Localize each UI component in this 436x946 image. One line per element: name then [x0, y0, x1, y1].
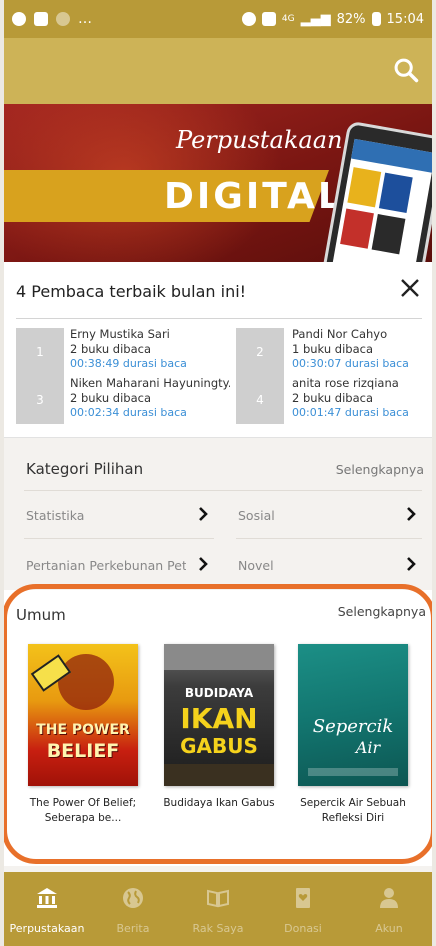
book-title[interactable]: Sepercik Air Sebuah Refleksi Diri: [288, 796, 418, 826]
reader-duration: 00:02:34 durasi baca: [70, 406, 187, 419]
open-book-icon: [207, 889, 229, 908]
close-icon[interactable]: [398, 276, 422, 300]
nav-label: Donasi: [284, 922, 322, 935]
rank-badge: 3: [16, 376, 64, 424]
book-title[interactable]: The Power Of Belief; Seberapa be...: [18, 796, 148, 826]
general-see-more-link[interactable]: Selengkapnya: [338, 604, 426, 619]
category-title: Kategori Pilihan: [26, 460, 144, 478]
reader-name[interactable]: Niken Maharani Hayuningty...: [70, 376, 230, 390]
chevron-right-icon[interactable]: [404, 506, 418, 522]
book-cover[interactable]: THE POWER BELIEF: [28, 644, 138, 786]
battery-icon: [371, 12, 381, 26]
user-icon: [380, 888, 398, 908]
category-section: Kategori Pilihan Selengkapnya Statistika…: [4, 444, 432, 590]
nav-label: Rak Saya: [192, 922, 244, 935]
battery-percent: 82%: [336, 11, 366, 27]
promo-banner[interactable]: Perpustakaan DIGITAL: [4, 104, 432, 262]
notification-icon: [56, 12, 70, 26]
category-item-statistika[interactable]: Statistika: [26, 508, 84, 523]
reader-name[interactable]: anita rose rizqiana: [292, 376, 432, 390]
general-books-section: Umum Selengkapnya THE POWER BELIEF The P…: [4, 590, 432, 866]
rank-badge: 4: [236, 376, 284, 424]
nav-item-berita[interactable]: Berita: [90, 872, 176, 946]
nav-item-perpustakaan[interactable]: Perpustakaan: [4, 872, 90, 946]
book-cover[interactable]: BUDIDAYA IKAN GABUS: [164, 644, 274, 786]
reader-books: 2 buku dibaca: [292, 391, 374, 405]
search-icon[interactable]: [392, 56, 420, 84]
nav-label: Akun: [375, 922, 403, 935]
category-item-novel[interactable]: Novel: [238, 558, 274, 573]
nav-label: Berita: [116, 922, 150, 935]
top-readers-card: 4 Pembaca terbaik bulan ini! 1 Erny Must…: [4, 262, 432, 438]
general-section-title: Umum: [16, 606, 66, 624]
network-type: 4G: [281, 14, 295, 24]
more-notifications-icon: …: [78, 11, 92, 27]
reader-name[interactable]: Erny Mustika Sari: [70, 327, 230, 341]
signal-icon: ▂▄▆: [300, 11, 331, 27]
chevron-right-icon[interactable]: [196, 556, 210, 572]
chevron-right-icon[interactable]: [404, 556, 418, 572]
message-icon: [34, 12, 48, 26]
reader-books: 2 buku dibaca: [70, 391, 152, 405]
top-readers-title: 4 Pembaca terbaik bulan ini!: [16, 282, 247, 301]
reader-duration: 00:01:47 durasi baca: [292, 406, 409, 419]
chevron-right-icon[interactable]: [196, 506, 210, 522]
book-title[interactable]: Budidaya Ikan Gabus: [154, 796, 284, 811]
reader-duration: 00:30:07 durasi baca: [292, 357, 409, 370]
nav-label: Perpustakaan: [9, 922, 85, 935]
bottom-navigation: Perpustakaan Berita Rak Saya Donasi Akun: [4, 872, 432, 946]
sync-icon: [241, 12, 256, 26]
reader-books: 1 buku dibaca: [292, 342, 374, 356]
sim-icon: [261, 12, 276, 26]
clock: 15:04: [386, 11, 424, 27]
category-item-sosial[interactable]: Sosial: [238, 508, 275, 523]
reader-duration: 00:38:49 durasi baca: [70, 357, 187, 370]
nav-item-rak-saya[interactable]: Rak Saya: [175, 872, 261, 946]
donate-book-icon: [296, 888, 310, 908]
reader-name[interactable]: Pandi Nor Cahyo: [292, 327, 432, 341]
status-bar: … 4G ▂▄▆ 82% 15:04: [4, 0, 432, 38]
banner-ribbon-text: DIGITAL: [164, 176, 344, 217]
rank-badge: 1: [16, 328, 64, 376]
book-cover[interactable]: Sepercik Air: [298, 644, 408, 786]
banner-script-text: Perpustakaan: [176, 126, 343, 154]
rank-badge: 2: [236, 328, 284, 376]
reader-books: 2 buku dibaca: [70, 342, 152, 356]
nav-item-donasi[interactable]: Donasi: [260, 872, 346, 946]
library-icon: [37, 888, 57, 908]
app-screen: … 4G ▂▄▆ 82% 15:04 Perpustakaan DIGITAL: [4, 0, 432, 946]
whatsapp-icon: [12, 12, 26, 26]
nav-item-akun[interactable]: Akun: [346, 872, 432, 946]
globe-icon: [123, 888, 143, 908]
category-item-pertanian[interactable]: Pertanian Perkebunan Pete...: [26, 558, 186, 573]
app-bar: [4, 38, 432, 104]
category-see-more-link[interactable]: Selengkapnya: [336, 462, 424, 477]
